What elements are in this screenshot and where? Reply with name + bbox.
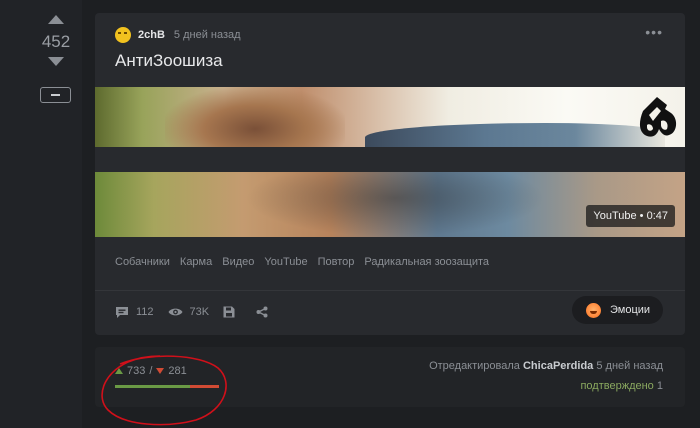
- editor-name[interactable]: ChicaPerdida: [523, 360, 593, 372]
- rating-column: 452: [0, 0, 82, 428]
- upvote-arrow-icon[interactable]: [48, 15, 64, 24]
- upvote-count: 733: [127, 365, 146, 377]
- author-row: 2chB 5 дней назад: [115, 27, 241, 43]
- vote-separator: /: [149, 365, 153, 377]
- edited-prefix: Отредактировала: [429, 360, 520, 372]
- tag-item[interactable]: Радикальная зоозащита: [364, 256, 489, 268]
- tag-list: Собачники Карма Видео YouTube Повтор Рад…: [115, 256, 489, 268]
- more-icon[interactable]: •••: [645, 25, 663, 39]
- post-stats: 112 73K: [115, 304, 289, 320]
- emotions-button[interactable]: Эмоции: [572, 296, 663, 324]
- post-time: 5 дней назад: [173, 29, 241, 41]
- preview-figure: [165, 87, 345, 147]
- views-stat: 73K: [168, 306, 210, 318]
- confirmed-label: подтверждено: [580, 380, 654, 392]
- tag-item[interactable]: YouTube: [264, 256, 307, 268]
- tag-item[interactable]: Собачники: [115, 256, 170, 268]
- vote-ratio-bar: [115, 385, 219, 388]
- post-footer: 733 / 281 Отредактировала ChicaPerdida 5…: [95, 347, 685, 407]
- tag-item[interactable]: Повтор: [318, 256, 355, 268]
- avatar[interactable]: [115, 27, 131, 43]
- eye-icon: [168, 308, 183, 316]
- views-count: 73K: [189, 306, 210, 318]
- downvote-arrow-icon[interactable]: [48, 57, 64, 66]
- tag-item[interactable]: Видео: [222, 256, 254, 268]
- share-icon: [256, 306, 268, 318]
- tag-item[interactable]: Карма: [180, 256, 212, 268]
- save-stat[interactable]: [223, 306, 242, 318]
- comment-icon: [116, 306, 128, 318]
- preview-shade: [245, 172, 545, 237]
- preview-cloth: [365, 123, 665, 147]
- downvote-count: 281: [168, 365, 187, 377]
- comments-stat[interactable]: 112: [115, 306, 154, 319]
- comments-count: 112: [136, 306, 154, 318]
- edit-info: Отредактировала ChicaPerdida 5 дней наза…: [429, 360, 663, 372]
- video-preview-top[interactable]: [95, 87, 685, 147]
- downvote-triangle-icon: [156, 368, 165, 374]
- video-duration-badge: YouTube • 0:47: [586, 205, 675, 227]
- save-icon: [223, 306, 235, 318]
- author-name[interactable]: 2chB: [138, 29, 165, 41]
- vote-ratio-positive: [115, 385, 191, 388]
- emoji-icon: [586, 302, 601, 318]
- divider: [95, 290, 685, 291]
- votes-summary: 733 / 281: [115, 364, 187, 378]
- post-score: 452: [41, 32, 71, 51]
- collapse-button[interactable]: [40, 87, 71, 103]
- channel-logo-icon: [639, 97, 677, 137]
- confirmed-info[interactable]: подтверждено 1: [580, 380, 663, 392]
- minus-icon: [51, 94, 60, 96]
- vote-ratio-negative: [190, 385, 219, 388]
- post-card: 2chB 5 дней назад ••• АнтиЗоошиза YouTub…: [95, 13, 685, 335]
- post-title[interactable]: АнтиЗоошиза: [115, 51, 223, 71]
- video-preview-bottom[interactable]: YouTube • 0:47: [95, 172, 685, 237]
- emotions-label: Эмоции: [610, 304, 651, 316]
- confirmed-count: 1: [656, 380, 663, 392]
- edited-time: 5 дней назад: [596, 360, 663, 372]
- upvote-triangle-icon: [115, 368, 123, 374]
- share-stat[interactable]: [256, 306, 275, 318]
